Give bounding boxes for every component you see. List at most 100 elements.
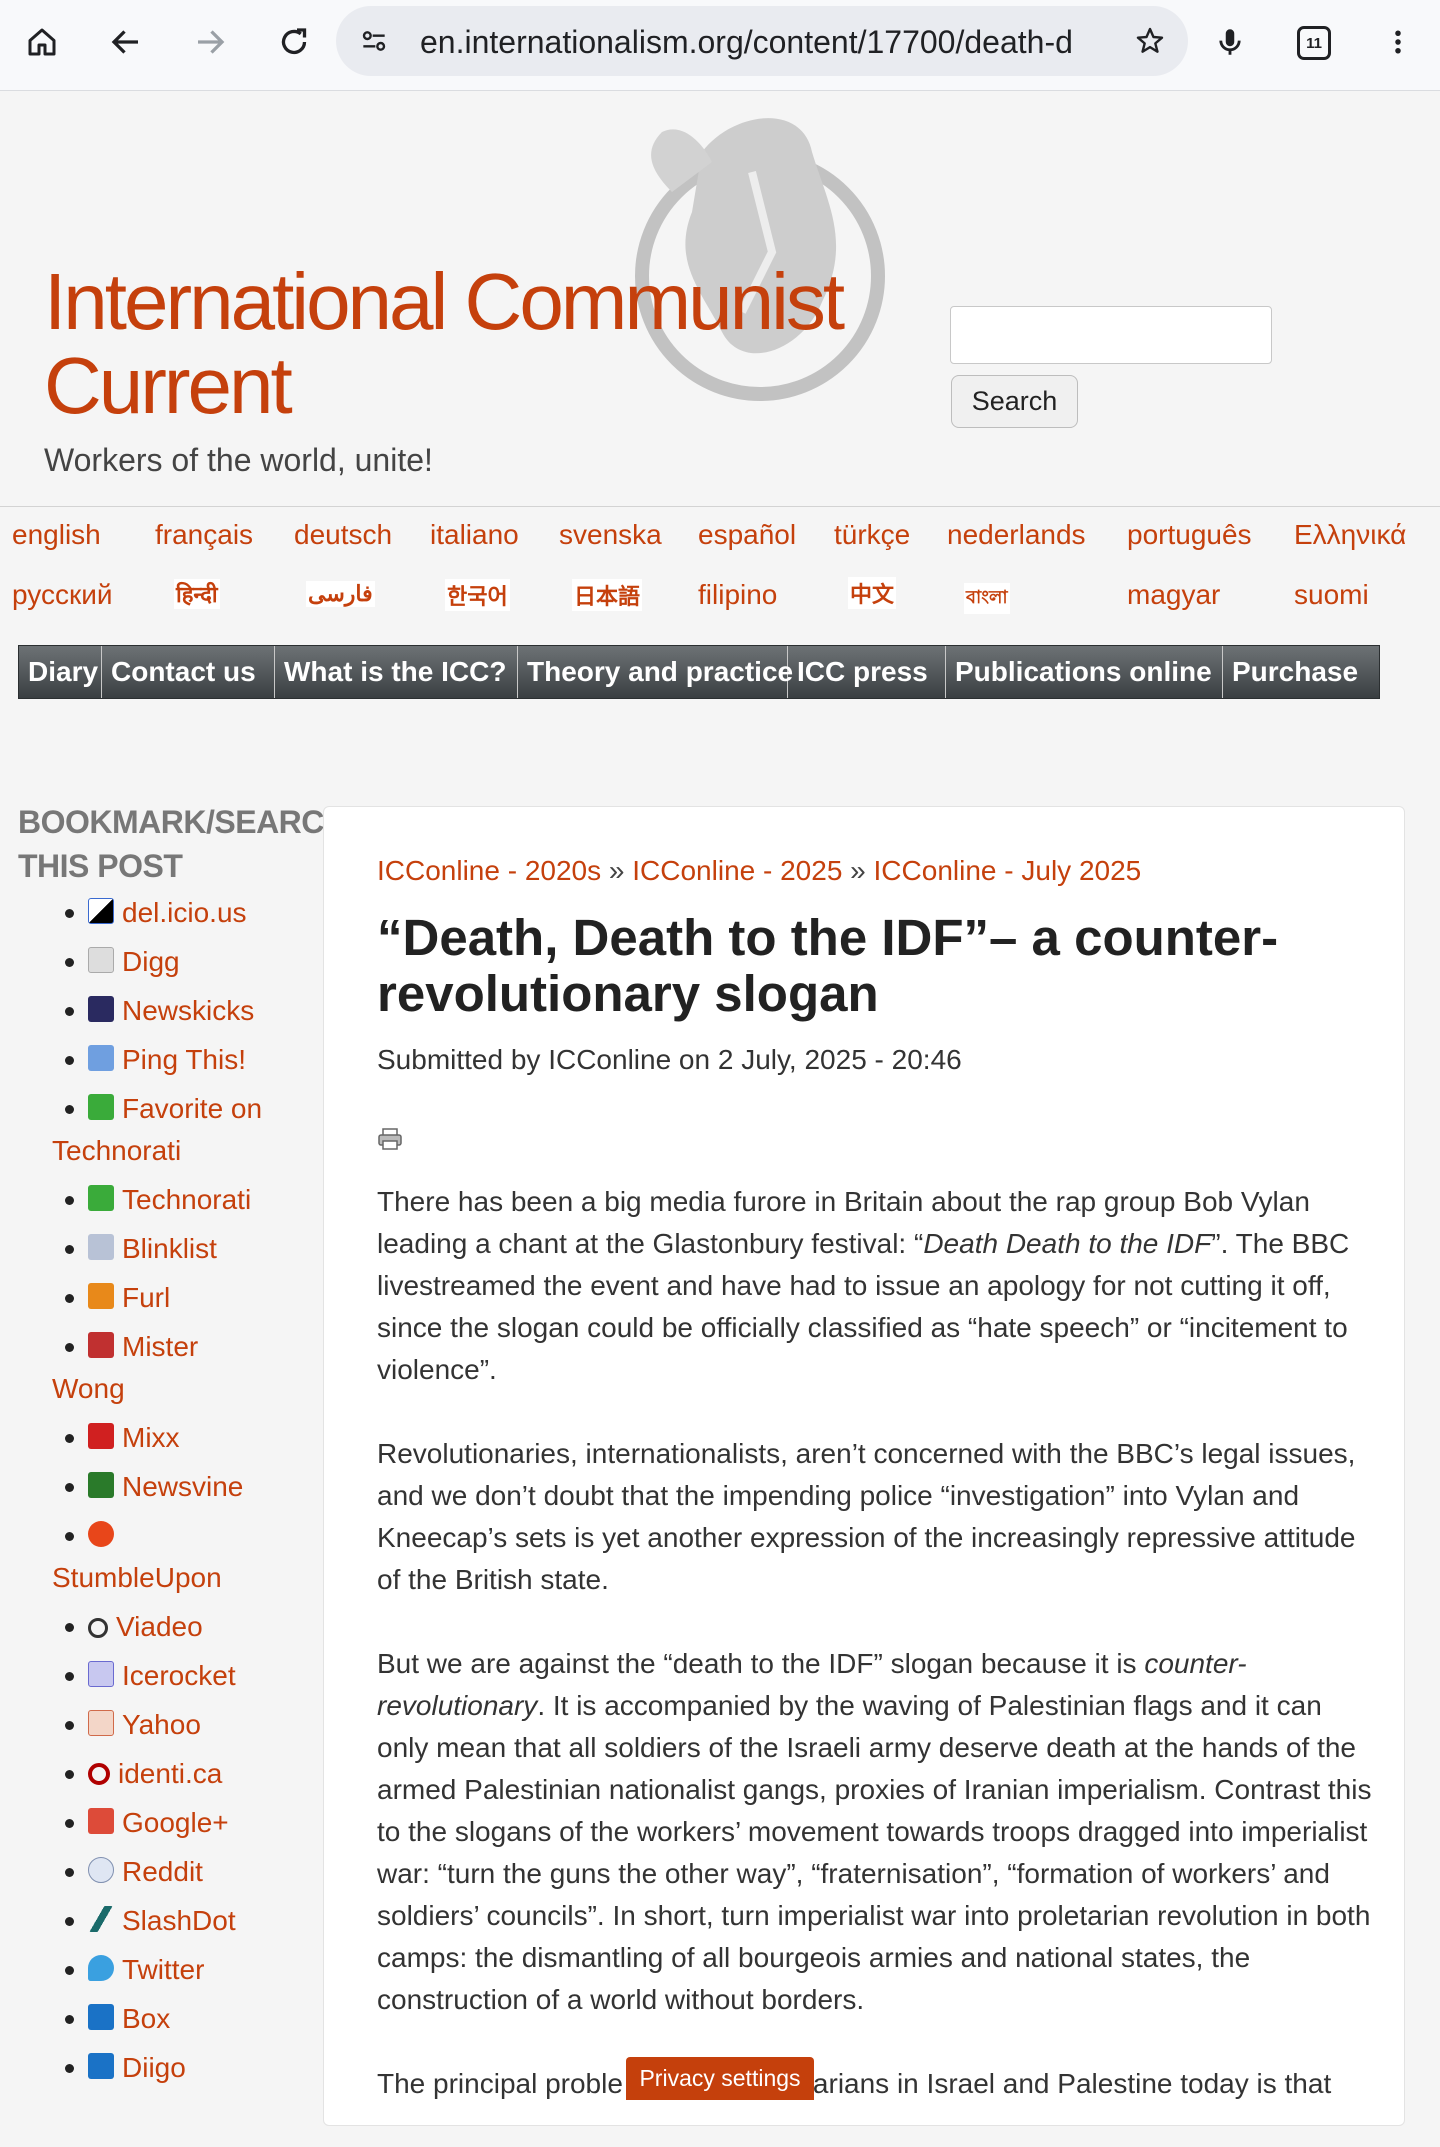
bookmark-link[interactable]: Twitter: [122, 1954, 204, 1985]
list-item[interactable]: Box: [18, 1998, 278, 2040]
list-item[interactable]: Mixx: [18, 1417, 278, 1459]
lang-persian[interactable]: فارسی: [306, 581, 375, 607]
bookmark-link[interactable]: Yahoo: [122, 1709, 201, 1740]
list-item[interactable]: Newsvine: [18, 1466, 278, 1508]
site-settings-icon[interactable]: [358, 25, 390, 57]
menu-contact-us[interactable]: Contact us: [102, 646, 275, 698]
lang-finnish[interactable]: suomi: [1294, 579, 1369, 611]
paragraph: There has been a big media furore in Bri…: [377, 1186, 1350, 1385]
bookmark-list: del.icio.us Digg Newskicks Ping This! Fa…: [18, 892, 278, 2089]
search-input[interactable]: [950, 306, 1272, 364]
googleplus-icon: [88, 1808, 114, 1834]
bookmark-link[interactable]: Newsvine: [122, 1471, 243, 1502]
list-item[interactable]: Reddit: [18, 1851, 278, 1893]
bookmark-link[interactable]: Box: [122, 2003, 170, 2034]
bookmark-link[interactable]: Newskicks: [122, 995, 254, 1026]
main-menu: Diary Contact us What is the ICC? Theory…: [18, 645, 1380, 699]
bookmark-link[interactable]: Technorati: [122, 1184, 251, 1215]
list-item[interactable]: Diigo: [18, 2047, 278, 2089]
menu-diary[interactable]: Diary: [19, 646, 102, 698]
breadcrumb-link[interactable]: ICConline - July 2025: [874, 855, 1142, 886]
printer-icon[interactable]: [377, 1127, 403, 1156]
list-item[interactable]: Twitter: [18, 1949, 278, 1991]
bookmark-star-icon[interactable]: [1134, 25, 1166, 57]
menu-theory-and-practice[interactable]: Theory and practice: [518, 646, 793, 698]
menu-icc-press[interactable]: ICC press: [788, 646, 946, 698]
breadcrumb-link[interactable]: ICConline - 2025: [632, 855, 842, 886]
lang-hindi[interactable]: हिन्दी: [174, 579, 220, 609]
bookmark-link[interactable]: Mister Wong: [52, 1331, 198, 1404]
reload-icon[interactable]: [266, 14, 322, 70]
list-item[interactable]: Newskicks: [18, 990, 278, 1032]
menu-publications-online[interactable]: Publications online: [946, 646, 1223, 698]
lang-italian[interactable]: italiano: [430, 519, 519, 551]
lang-portuguese[interactable]: português: [1127, 519, 1252, 551]
site-header: International Communist Current Workers …: [0, 92, 1440, 506]
list-item[interactable]: Digg: [18, 941, 278, 983]
bookmark-link[interactable]: Reddit: [122, 1856, 203, 1887]
list-item[interactable]: Blinklist: [18, 1228, 278, 1270]
list-item[interactable]: SlashDot: [18, 1900, 278, 1942]
more-options-icon[interactable]: [1370, 14, 1426, 70]
bookmark-link[interactable]: Viadeo: [116, 1611, 203, 1642]
bookmark-link[interactable]: Icerocket: [122, 1660, 236, 1691]
lang-chinese[interactable]: 中文: [848, 577, 897, 609]
menu-what-is-icc[interactable]: What is the ICC?: [275, 646, 518, 698]
bookmark-link[interactable]: Blinklist: [122, 1233, 217, 1264]
list-item[interactable]: Google+: [18, 1802, 278, 1844]
lang-swedish[interactable]: svenska: [559, 519, 662, 551]
bookmark-link[interactable]: identi.ca: [118, 1758, 222, 1789]
bookmark-link[interactable]: del.icio.us: [122, 897, 247, 928]
lang-hungarian[interactable]: magyar: [1127, 579, 1220, 611]
newskicks-icon: [88, 996, 114, 1022]
bookmark-link[interactable]: StumbleUpon: [52, 1562, 222, 1593]
back-arrow-icon[interactable]: [98, 14, 154, 70]
lang-dutch[interactable]: nederlands: [947, 519, 1086, 551]
url-text[interactable]: en.internationalism.org/content/17700/de…: [420, 24, 1090, 61]
lang-turkish[interactable]: türkçe: [834, 519, 910, 551]
furl-icon: [88, 1283, 114, 1309]
article-title: “Death, Death to the IDF”– a counter-rev…: [377, 909, 1279, 1022]
bookmark-link[interactable]: Digg: [122, 946, 180, 977]
lang-greek[interactable]: Ελληνικά: [1294, 519, 1406, 551]
search-button[interactable]: Search: [951, 375, 1078, 428]
tab-switcher-button[interactable]: 11: [1297, 26, 1331, 60]
bookmark-link[interactable]: Favorite on Technorati: [52, 1093, 262, 1166]
lang-russian[interactable]: русский: [12, 579, 112, 611]
list-item[interactable]: StumbleUpon: [18, 1515, 278, 1599]
list-item[interactable]: Ping This!: [18, 1039, 278, 1081]
lang-bengali[interactable]: বাংলা: [964, 583, 1010, 614]
list-item[interactable]: identi.ca: [18, 1753, 278, 1795]
breadcrumb-link[interactable]: ICConline - 2020s: [377, 855, 601, 886]
site-name[interactable]: International Communist Current: [44, 260, 924, 428]
list-item[interactable]: Yahoo: [18, 1704, 278, 1746]
list-item[interactable]: Mister Wong: [18, 1326, 278, 1410]
list-item[interactable]: Favorite on Technorati: [18, 1088, 278, 1172]
list-item[interactable]: del.icio.us: [18, 892, 278, 934]
blinklist-icon: [88, 1234, 114, 1260]
lang-japanese[interactable]: 日本語: [572, 579, 643, 611]
lang-spanish[interactable]: español: [698, 519, 796, 551]
menu-purchase[interactable]: Purchase: [1223, 646, 1379, 698]
list-item[interactable]: Icerocket: [18, 1655, 278, 1697]
lang-korean[interactable]: 한국어: [445, 579, 510, 611]
home-icon[interactable]: [14, 14, 70, 70]
lang-german[interactable]: deutsch: [294, 519, 392, 551]
forward-arrow-icon[interactable]: [182, 14, 238, 70]
lang-filipino[interactable]: filipino: [698, 579, 777, 611]
bookmark-link[interactable]: Furl: [122, 1282, 170, 1313]
lang-french[interactable]: français: [155, 519, 253, 551]
bookmark-link[interactable]: Diigo: [122, 2052, 186, 2083]
lang-english[interactable]: english: [12, 519, 101, 551]
bookmark-link[interactable]: Google+: [122, 1807, 229, 1838]
bookmark-link[interactable]: Ping This!: [122, 1044, 246, 1075]
list-item[interactable]: Furl: [18, 1277, 278, 1319]
icerocket-icon: [88, 1661, 114, 1687]
privacy-settings-button[interactable]: Privacy settings: [626, 2057, 814, 2100]
list-item[interactable]: Technorati: [18, 1179, 278, 1221]
list-item[interactable]: Viadeo: [18, 1606, 278, 1648]
bookmark-link[interactable]: Mixx: [122, 1422, 180, 1453]
microphone-icon[interactable]: [1202, 14, 1258, 70]
address-bar[interactable]: en.internationalism.org/content/17700/de…: [336, 6, 1188, 76]
bookmark-link[interactable]: SlashDot: [122, 1905, 236, 1936]
